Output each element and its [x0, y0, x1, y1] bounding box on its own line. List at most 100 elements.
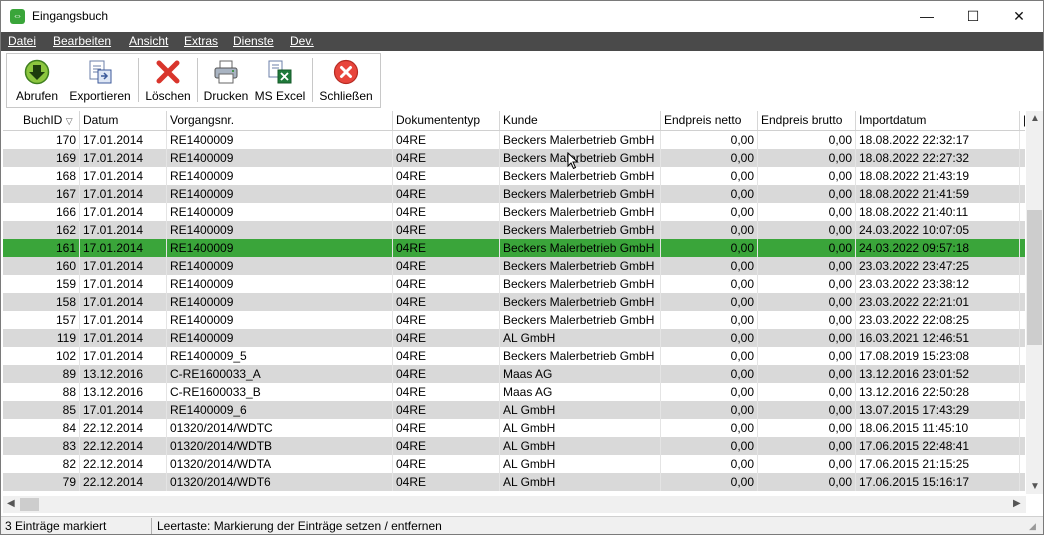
table-row[interactable]: 161 17.01.2014 RE1400009 04RE Beckers Malerb… — [3, 239, 1025, 257]
menu-ansicht[interactable]: Ansicht — [129, 34, 168, 48]
cell-dokumententyp: 04RE — [393, 311, 500, 329]
column-header-vorgangsnr[interactable]: Vorgangsnr. — [167, 111, 393, 130]
column-header-dokumententyp[interactable]: Dokumententyp — [393, 111, 500, 130]
data-grid[interactable]: BuchID ▽ Datum Vorgangsnr. Dokumententyp… — [3, 111, 1025, 494]
status-bar: 3 Einträge markiert Leertaste: Markierun… — [1, 516, 1043, 534]
table-row[interactable]: 79 22.12.2014 01320/2014/WDT6 04RE AL GmbH 0,… — [3, 473, 1025, 491]
cell-endpreis-brutto: 0,00 — [758, 275, 856, 293]
vertical-scroll-thumb[interactable] — [1027, 210, 1042, 345]
window-title: Eingangsbuch — [32, 9, 109, 23]
printer-icon — [214, 60, 238, 84]
table-row[interactable]: 84 22.12.2014 01320/2014/WDTC 04RE AL GmbH 0,… — [3, 419, 1025, 437]
cell-endpreis-netto: 0,00 — [661, 221, 758, 239]
cell-endpreis-netto: 0,00 — [661, 455, 758, 473]
menu-bar: Datei Bearbeiten Ansicht Extras Dienste … — [1, 32, 1043, 51]
minimize-button[interactable]: — — [904, 1, 950, 32]
cell-kunde: Beckers Malerbetrieb GmbH — [500, 239, 661, 257]
toolbar-separator — [197, 58, 198, 102]
table-row[interactable]: 160 17.01.2014 RE1400009 04RE Beckers Malerb… — [3, 257, 1025, 275]
cell-kunde: Beckers Malerbetrieb GmbH — [500, 221, 661, 239]
table-row[interactable]: 167 17.01.2014 RE1400009 04RE Beckers Malerb… — [3, 185, 1025, 203]
exportieren-button[interactable]: Exportieren — [67, 54, 133, 107]
cell-kunde: AL GmbH — [500, 437, 661, 455]
cell-importdatum: 23.03.2022 22:08:25 — [856, 311, 1020, 329]
cell-endpreis-brutto: 0,00 — [758, 239, 856, 257]
column-header-datum[interactable]: Datum — [80, 111, 167, 130]
cell-datum: 17.01.2014 — [80, 275, 167, 293]
cell-vorgangsnr: RE1400009 — [167, 257, 393, 275]
drucken-button[interactable]: Drucken — [201, 54, 251, 107]
table-row[interactable]: 89 13.12.2016 C-RE1600033_A 04RE Maas AG 0,00… — [3, 365, 1025, 383]
table-row[interactable]: 158 17.01.2014 RE1400009 04RE Beckers Malerb… — [3, 293, 1025, 311]
column-header-kunde[interactable]: Kunde — [500, 111, 661, 130]
cell-endpreis-brutto: 0,00 — [758, 365, 856, 383]
cell-endpreis-netto: 0,00 — [661, 167, 758, 185]
toolbar-area: Abrufen Exportieren Löschen Drucken MS E… — [1, 51, 1043, 111]
cell-buchid: 161 — [3, 239, 80, 257]
table-row[interactable]: 119 17.01.2014 RE1400009 04RE AL GmbH 0,00 0,0… — [3, 329, 1025, 347]
export-document-icon — [89, 60, 112, 84]
schliessen-button[interactable]: Schließen — [316, 54, 376, 107]
table-row[interactable]: 88 13.12.2016 C-RE1600033_B 04RE Maas AG 0,00… — [3, 383, 1025, 401]
cell-dokumententyp: 04RE — [393, 347, 500, 365]
horizontal-scroll-thumb[interactable] — [20, 498, 39, 511]
menu-bearbeiten[interactable]: Bearbeiten — [53, 34, 111, 48]
cell-vorgangsnr: RE1400009_5 — [167, 347, 393, 365]
cell-datum: 17.01.2014 — [80, 167, 167, 185]
cell-kunde: Beckers Malerbetrieb GmbH — [500, 185, 661, 203]
cell-vorgangsnr: C-RE1600033_B — [167, 383, 393, 401]
horizontal-scrollbar[interactable]: ◀ ▶ — [3, 496, 1026, 513]
cell-datum: 13.12.2016 — [80, 365, 167, 383]
column-header-buchid[interactable]: BuchID ▽ — [3, 111, 80, 130]
msexcel-button[interactable]: MS Excel — [253, 54, 307, 107]
table-row[interactable]: 82 22.12.2014 01320/2014/WDTA 04RE AL GmbH 0,… — [3, 455, 1025, 473]
table-row[interactable]: 168 17.01.2014 RE1400009 04RE Beckers Malerb… — [3, 167, 1025, 185]
loeschen-button[interactable]: Löschen — [142, 54, 194, 107]
cell-buchid: 84 — [3, 419, 80, 437]
toolbar-separator — [138, 58, 139, 102]
maximize-button[interactable]: ☐ — [950, 1, 996, 32]
column-header-importdatum[interactable]: Importdatum — [856, 111, 1020, 130]
cell-datum: 17.01.2014 — [80, 131, 167, 149]
schliessen-label: Schließen — [319, 89, 373, 103]
cell-importdatum: 24.03.2022 10:07:05 — [856, 221, 1020, 239]
menu-dev[interactable]: Dev. — [290, 34, 314, 48]
column-header-endpreis-brutto[interactable]: Endpreis brutto — [758, 111, 856, 130]
table-row[interactable]: 159 17.01.2014 RE1400009 04RE Beckers Malerb… — [3, 275, 1025, 293]
cell-endpreis-brutto: 0,00 — [758, 383, 856, 401]
cell-dokumententyp: 04RE — [393, 383, 500, 401]
scroll-down-icon[interactable]: ▼ — [1030, 481, 1040, 492]
table-row[interactable]: 157 17.01.2014 RE1400009 04RE Beckers Malerb… — [3, 311, 1025, 329]
scroll-right-icon[interactable]: ▶ — [1013, 498, 1021, 509]
main-window: ⇔ Eingangsbuch — ☐ ✕ Datei Bearbeiten An… — [0, 0, 1044, 535]
cell-endpreis-brutto: 0,00 — [758, 203, 856, 221]
cell-kunde: AL GmbH — [500, 473, 661, 491]
resize-grip-icon[interactable]: ◢ — [1029, 521, 1036, 532]
menu-extras[interactable]: Extras — [184, 34, 218, 48]
close-circle-icon — [333, 59, 359, 85]
scroll-left-icon[interactable]: ◀ — [7, 498, 15, 509]
table-row[interactable]: 83 22.12.2014 01320/2014/WDTB 04RE AL GmbH 0,… — [3, 437, 1025, 455]
column-header-endpreis-netto[interactable]: Endpreis netto — [661, 111, 758, 130]
cell-vorgangsnr: 01320/2014/WDT6 — [167, 473, 393, 491]
table-row[interactable]: 170 17.01.2014 RE1400009 04RE Beckers Malerb… — [3, 131, 1025, 149]
table-row[interactable]: 85 17.01.2014 RE1400009_6 04RE AL GmbH 0,00 0,… — [3, 401, 1025, 419]
vertical-scrollbar[interactable]: ▲ ▼ — [1026, 111, 1043, 494]
menu-datei[interactable]: Datei — [8, 34, 36, 48]
close-button[interactable]: ✕ — [996, 1, 1042, 32]
table-row[interactable]: 162 17.01.2014 RE1400009 04RE Beckers Malerb… — [3, 221, 1025, 239]
abrufen-button[interactable]: Abrufen — [11, 54, 63, 107]
table-row[interactable]: 169 17.01.2014 RE1400009 04RE Beckers Malerb… — [3, 149, 1025, 167]
cell-importdatum: 18.08.2022 22:27:32 — [856, 149, 1020, 167]
excel-export-icon — [268, 60, 292, 84]
cell-datum: 22.12.2014 — [80, 455, 167, 473]
cell-dokumententyp: 04RE — [393, 185, 500, 203]
menu-dienste[interactable]: Dienste — [233, 34, 274, 48]
table-row[interactable]: 102 17.01.2014 RE1400009_5 04RE Beckers Male… — [3, 347, 1025, 365]
cell-vorgangsnr: RE1400009 — [167, 203, 393, 221]
cell-buchid: 166 — [3, 203, 80, 221]
table-row[interactable]: 166 17.01.2014 RE1400009 04RE Beckers Malerb… — [3, 203, 1025, 221]
cell-endpreis-netto: 0,00 — [661, 311, 758, 329]
scroll-up-icon[interactable]: ▲ — [1030, 113, 1040, 124]
toolbar: Abrufen Exportieren Löschen Drucken MS E… — [6, 53, 381, 108]
